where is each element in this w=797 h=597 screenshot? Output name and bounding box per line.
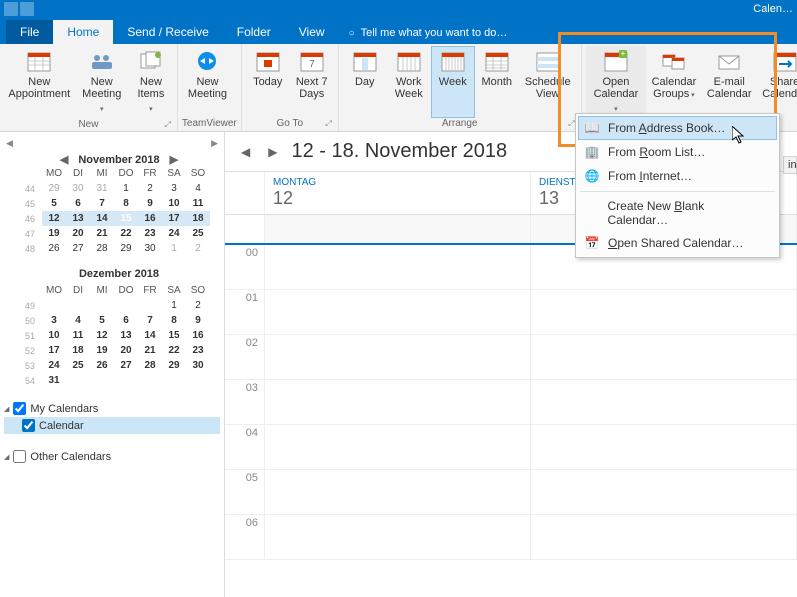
next7-icon: 7 bbox=[298, 49, 326, 73]
work-week-button[interactable]: Work Week bbox=[387, 46, 431, 118]
month-icon bbox=[483, 49, 511, 73]
prev-month[interactable]: ◀ bbox=[56, 153, 72, 166]
group-arrange: Day Work Week Week Month Schedule View A… bbox=[339, 44, 582, 131]
tab-folder[interactable]: Folder bbox=[223, 20, 285, 44]
mini-calendar-nov[interactable]: ◀November 2018▶ MODIMIDOFRSASO4429303112… bbox=[18, 153, 220, 256]
today-icon bbox=[254, 49, 282, 73]
calendar-groups-button[interactable]: Calendar Groups bbox=[646, 46, 701, 119]
tab-home[interactable]: Home bbox=[53, 20, 113, 44]
calendar-list: My Calendars Calendar Other Calendars bbox=[4, 400, 220, 465]
tv-new-meeting-button[interactable]: New Meeting bbox=[182, 46, 233, 118]
new-items-button[interactable]: New Items bbox=[129, 46, 173, 119]
schedule-view-button[interactable]: Schedule View bbox=[519, 46, 577, 118]
quick-access-toolbar bbox=[4, 2, 34, 16]
tab-file[interactable]: File bbox=[6, 20, 53, 44]
sidebar-prev-far[interactable]: ◀ bbox=[6, 138, 13, 149]
items-icon bbox=[137, 49, 165, 73]
address-book-icon: 📖 bbox=[584, 120, 600, 136]
group-label-tv: TeamViewer bbox=[182, 118, 237, 131]
app-title: Calen… bbox=[753, 3, 793, 15]
tab-view[interactable]: View bbox=[285, 20, 339, 44]
group-teamviewer: New Meeting TeamViewer bbox=[178, 44, 242, 131]
internet-icon: 🌐 bbox=[584, 168, 600, 184]
email-calendar-button[interactable]: E-mail Calendar bbox=[702, 46, 757, 119]
group-goto: Today 7 Next 7 Days Go To⤢ bbox=[242, 44, 339, 131]
next-month[interactable]: ▶ bbox=[166, 153, 182, 166]
time-grid[interactable]: 00010203040506 bbox=[225, 245, 797, 597]
open-calendar-menu: 📖 From Address Book… 🏢 From Room List… 🌐… bbox=[575, 113, 780, 258]
meeting-icon bbox=[88, 49, 116, 73]
titlebar: Calen… bbox=[0, 0, 797, 18]
calendar-item[interactable]: Calendar bbox=[4, 417, 220, 434]
mini-calendar-dec[interactable]: Dezember 2018 MODIMIDOFRSASO491250345678… bbox=[18, 268, 220, 388]
today-button[interactable]: Today bbox=[246, 46, 290, 118]
share-calendar-icon bbox=[771, 49, 797, 73]
qat-icon[interactable] bbox=[20, 2, 34, 16]
other-calendars-header[interactable]: Other Calendars bbox=[4, 448, 220, 465]
sidebar: ◀ ▶ ◀November 2018▶ MODIMIDOFRSASO4429303… bbox=[0, 132, 225, 597]
menu-open-shared-calendar[interactable]: 📅 Open Shared Calendar… bbox=[578, 231, 777, 255]
work-week-icon bbox=[395, 49, 423, 73]
group-new: New Appointment New Meeting New Items Ne… bbox=[0, 44, 178, 131]
qat-icon[interactable] bbox=[4, 2, 18, 16]
peek-edge: in bbox=[783, 156, 797, 174]
menu-from-address-book[interactable]: 📖 From Address Book… bbox=[578, 116, 777, 140]
week-button[interactable]: Week bbox=[431, 46, 475, 118]
dialog-launcher-icon[interactable]: ⤢ bbox=[165, 120, 171, 130]
teamviewer-icon bbox=[193, 49, 221, 73]
week-icon bbox=[439, 49, 467, 73]
open-calendar-button[interactable]: + Open Calendar bbox=[586, 46, 647, 119]
calendar-groups-icon bbox=[660, 49, 688, 73]
new-meeting-button[interactable]: New Meeting bbox=[75, 46, 129, 119]
ribbon-tabs: File Home Send / Receive Folder View Tel… bbox=[0, 18, 797, 44]
day-button[interactable]: Day bbox=[343, 46, 387, 118]
email-calendar-icon bbox=[715, 49, 743, 73]
next7-button[interactable]: 7 Next 7 Days bbox=[290, 46, 334, 118]
date-range-title: 12 - 18. November 2018 bbox=[291, 140, 507, 163]
menu-create-blank-calendar[interactable]: Create New Blank Calendar… bbox=[578, 195, 777, 231]
menu-from-internet[interactable]: 🌐 From Internet… bbox=[578, 164, 777, 188]
menu-from-room-list[interactable]: 🏢 From Room List… bbox=[578, 140, 777, 164]
day-header-mon[interactable]: MONTAG 12 bbox=[265, 172, 531, 214]
group-label-arrange: Arrange⤢ bbox=[343, 118, 577, 131]
shared-calendar-icon: 📅 bbox=[584, 235, 600, 251]
svg-text:7: 7 bbox=[309, 59, 315, 70]
sidebar-next-far[interactable]: ▶ bbox=[211, 138, 218, 149]
tell-me-search[interactable]: Tell me what you want to do… bbox=[339, 22, 518, 44]
new-appointment-button[interactable]: New Appointment bbox=[4, 46, 75, 119]
month-button[interactable]: Month bbox=[475, 46, 519, 118]
share-calendar-button[interactable]: Share Calendar bbox=[757, 46, 797, 119]
open-calendar-icon: + bbox=[602, 49, 630, 73]
next-week[interactable]: ▶ bbox=[264, 145, 281, 159]
dialog-launcher-icon[interactable]: ⤢ bbox=[568, 119, 574, 129]
my-calendars-header[interactable]: My Calendars bbox=[4, 400, 220, 417]
tab-send-receive[interactable]: Send / Receive bbox=[113, 20, 222, 44]
day-icon bbox=[351, 49, 379, 73]
prev-week[interactable]: ◀ bbox=[237, 145, 254, 159]
group-label-goto: Go To⤢ bbox=[246, 118, 334, 131]
dialog-launcher-icon[interactable]: ⤢ bbox=[325, 119, 331, 129]
appointment-icon bbox=[25, 49, 53, 73]
schedule-icon bbox=[534, 49, 562, 73]
room-list-icon: 🏢 bbox=[584, 144, 600, 160]
group-label-new: New⤢ bbox=[4, 119, 173, 132]
svg-text:+: + bbox=[621, 50, 626, 58]
